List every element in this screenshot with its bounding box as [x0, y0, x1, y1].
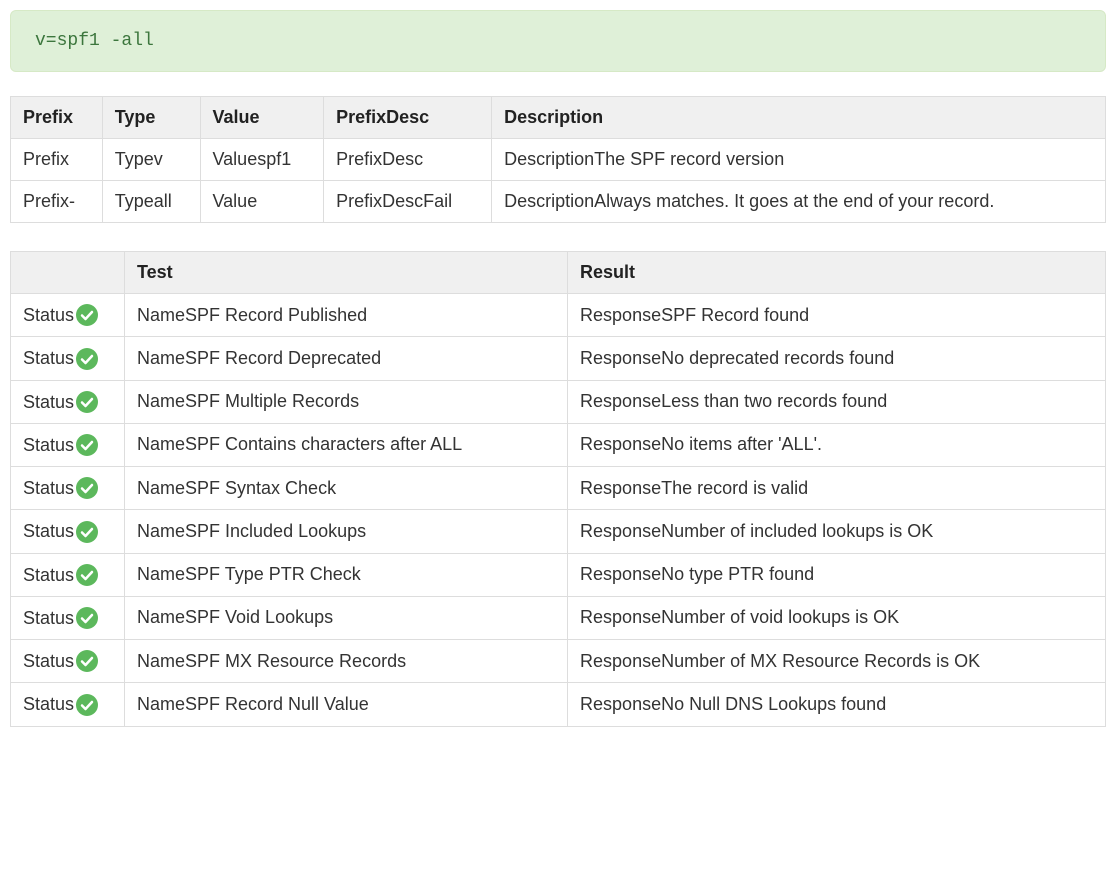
cell-prefix: Prefix- — [11, 181, 103, 223]
spf-mechanism-table: Prefix Type Value PrefixDesc Description… — [10, 96, 1106, 223]
col-result: Result — [568, 252, 1106, 294]
check-circle-icon — [76, 650, 98, 672]
cell-type: Typeall — [102, 181, 200, 223]
col-prefixdesc: PrefixDesc — [324, 97, 492, 139]
status-cell: Status — [11, 596, 125, 639]
status-cell: Status — [11, 553, 125, 596]
table-row: Status NameSPF Void Lookups ResponseNumb… — [11, 596, 1106, 639]
check-circle-icon — [76, 694, 98, 716]
check-circle-icon — [76, 564, 98, 586]
table-row: Status NameSPF Record Null Value Respons… — [11, 683, 1106, 726]
cell-result: ResponseNumber of void lookups is OK — [568, 596, 1106, 639]
table-row: Status NameSPF Contains characters after… — [11, 423, 1106, 466]
cell-result: ResponseThe record is valid — [568, 467, 1106, 510]
cell-test: NameSPF MX Resource Records — [125, 640, 568, 683]
cell-result: ResponseNumber of MX Resource Records is… — [568, 640, 1106, 683]
status-label: Status — [23, 564, 74, 584]
cell-test: NameSPF Included Lookups — [125, 510, 568, 553]
check-circle-icon — [76, 477, 98, 499]
status-label: Status — [23, 348, 74, 368]
table-row: Status NameSPF Record Deprecated Respons… — [11, 337, 1106, 380]
cell-result: ResponseNo items after 'ALL'. — [568, 423, 1106, 466]
col-value: Value — [200, 97, 324, 139]
table-row: Status NameSPF MX Resource Records Respo… — [11, 640, 1106, 683]
table-row: Status NameSPF Record Published Response… — [11, 294, 1106, 337]
cell-result: ResponseNumber of included lookups is OK — [568, 510, 1106, 553]
cell-type: Typev — [102, 139, 200, 181]
cell-result: ResponseNo Null DNS Lookups found — [568, 683, 1106, 726]
check-circle-icon — [76, 521, 98, 543]
status-cell: Status — [11, 510, 125, 553]
cell-result: ResponseSPF Record found — [568, 294, 1106, 337]
status-label: Status — [23, 608, 74, 628]
check-circle-icon — [76, 304, 98, 326]
check-circle-icon — [76, 391, 98, 413]
status-cell: Status — [11, 380, 125, 423]
spf-record-value: v=spf1 -all — [35, 31, 154, 51]
table-row: Status NameSPF Multiple Records Response… — [11, 380, 1106, 423]
cell-test: NameSPF Record Deprecated — [125, 337, 568, 380]
check-circle-icon — [76, 434, 98, 456]
col-status — [11, 252, 125, 294]
cell-description: DescriptionThe SPF record version — [492, 139, 1106, 181]
status-cell: Status — [11, 683, 125, 726]
cell-test: NameSPF Contains characters after ALL — [125, 423, 568, 466]
cell-test: NameSPF Record Null Value — [125, 683, 568, 726]
check-circle-icon — [76, 607, 98, 629]
cell-result: ResponseLess than two records found — [568, 380, 1106, 423]
table-row: Prefix- Typeall Value PrefixDescFail Des… — [11, 181, 1106, 223]
status-label: Status — [23, 694, 74, 714]
col-type: Type — [102, 97, 200, 139]
spf-record-display: v=spf1 -all — [10, 10, 1106, 72]
status-cell: Status — [11, 423, 125, 466]
table-row: Status NameSPF Syntax Check ResponseThe … — [11, 467, 1106, 510]
status-label: Status — [23, 435, 74, 455]
cell-test: NameSPF Type PTR Check — [125, 553, 568, 596]
status-label: Status — [23, 391, 74, 411]
col-description: Description — [492, 97, 1106, 139]
status-label: Status — [23, 478, 74, 498]
status-cell: Status — [11, 294, 125, 337]
cell-test: NameSPF Syntax Check — [125, 467, 568, 510]
table-header-row: Prefix Type Value PrefixDesc Description — [11, 97, 1106, 139]
cell-value: Value — [200, 181, 324, 223]
cell-test: NameSPF Record Published — [125, 294, 568, 337]
cell-result: ResponseNo type PTR found — [568, 553, 1106, 596]
status-label: Status — [23, 305, 74, 325]
cell-value: Valuespf1 — [200, 139, 324, 181]
table-row: Prefix Typev Valuespf1 PrefixDesc Descri… — [11, 139, 1106, 181]
check-circle-icon — [76, 348, 98, 370]
cell-test: NameSPF Void Lookups — [125, 596, 568, 639]
cell-prefixdesc: PrefixDesc — [324, 139, 492, 181]
cell-prefixdesc: PrefixDescFail — [324, 181, 492, 223]
status-cell: Status — [11, 640, 125, 683]
col-test: Test — [125, 252, 568, 294]
cell-prefix: Prefix — [11, 139, 103, 181]
col-prefix: Prefix — [11, 97, 103, 139]
table-row: Status NameSPF Type PTR Check ResponseNo… — [11, 553, 1106, 596]
spf-test-results-table: Test Result Status NameSPF Record Publis… — [10, 251, 1106, 727]
cell-test: NameSPF Multiple Records — [125, 380, 568, 423]
table-header-row: Test Result — [11, 252, 1106, 294]
status-cell: Status — [11, 337, 125, 380]
status-cell: Status — [11, 467, 125, 510]
status-label: Status — [23, 521, 74, 541]
cell-description: DescriptionAlways matches. It goes at th… — [492, 181, 1106, 223]
cell-result: ResponseNo deprecated records found — [568, 337, 1106, 380]
table-row: Status NameSPF Included Lookups Response… — [11, 510, 1106, 553]
status-label: Status — [23, 651, 74, 671]
